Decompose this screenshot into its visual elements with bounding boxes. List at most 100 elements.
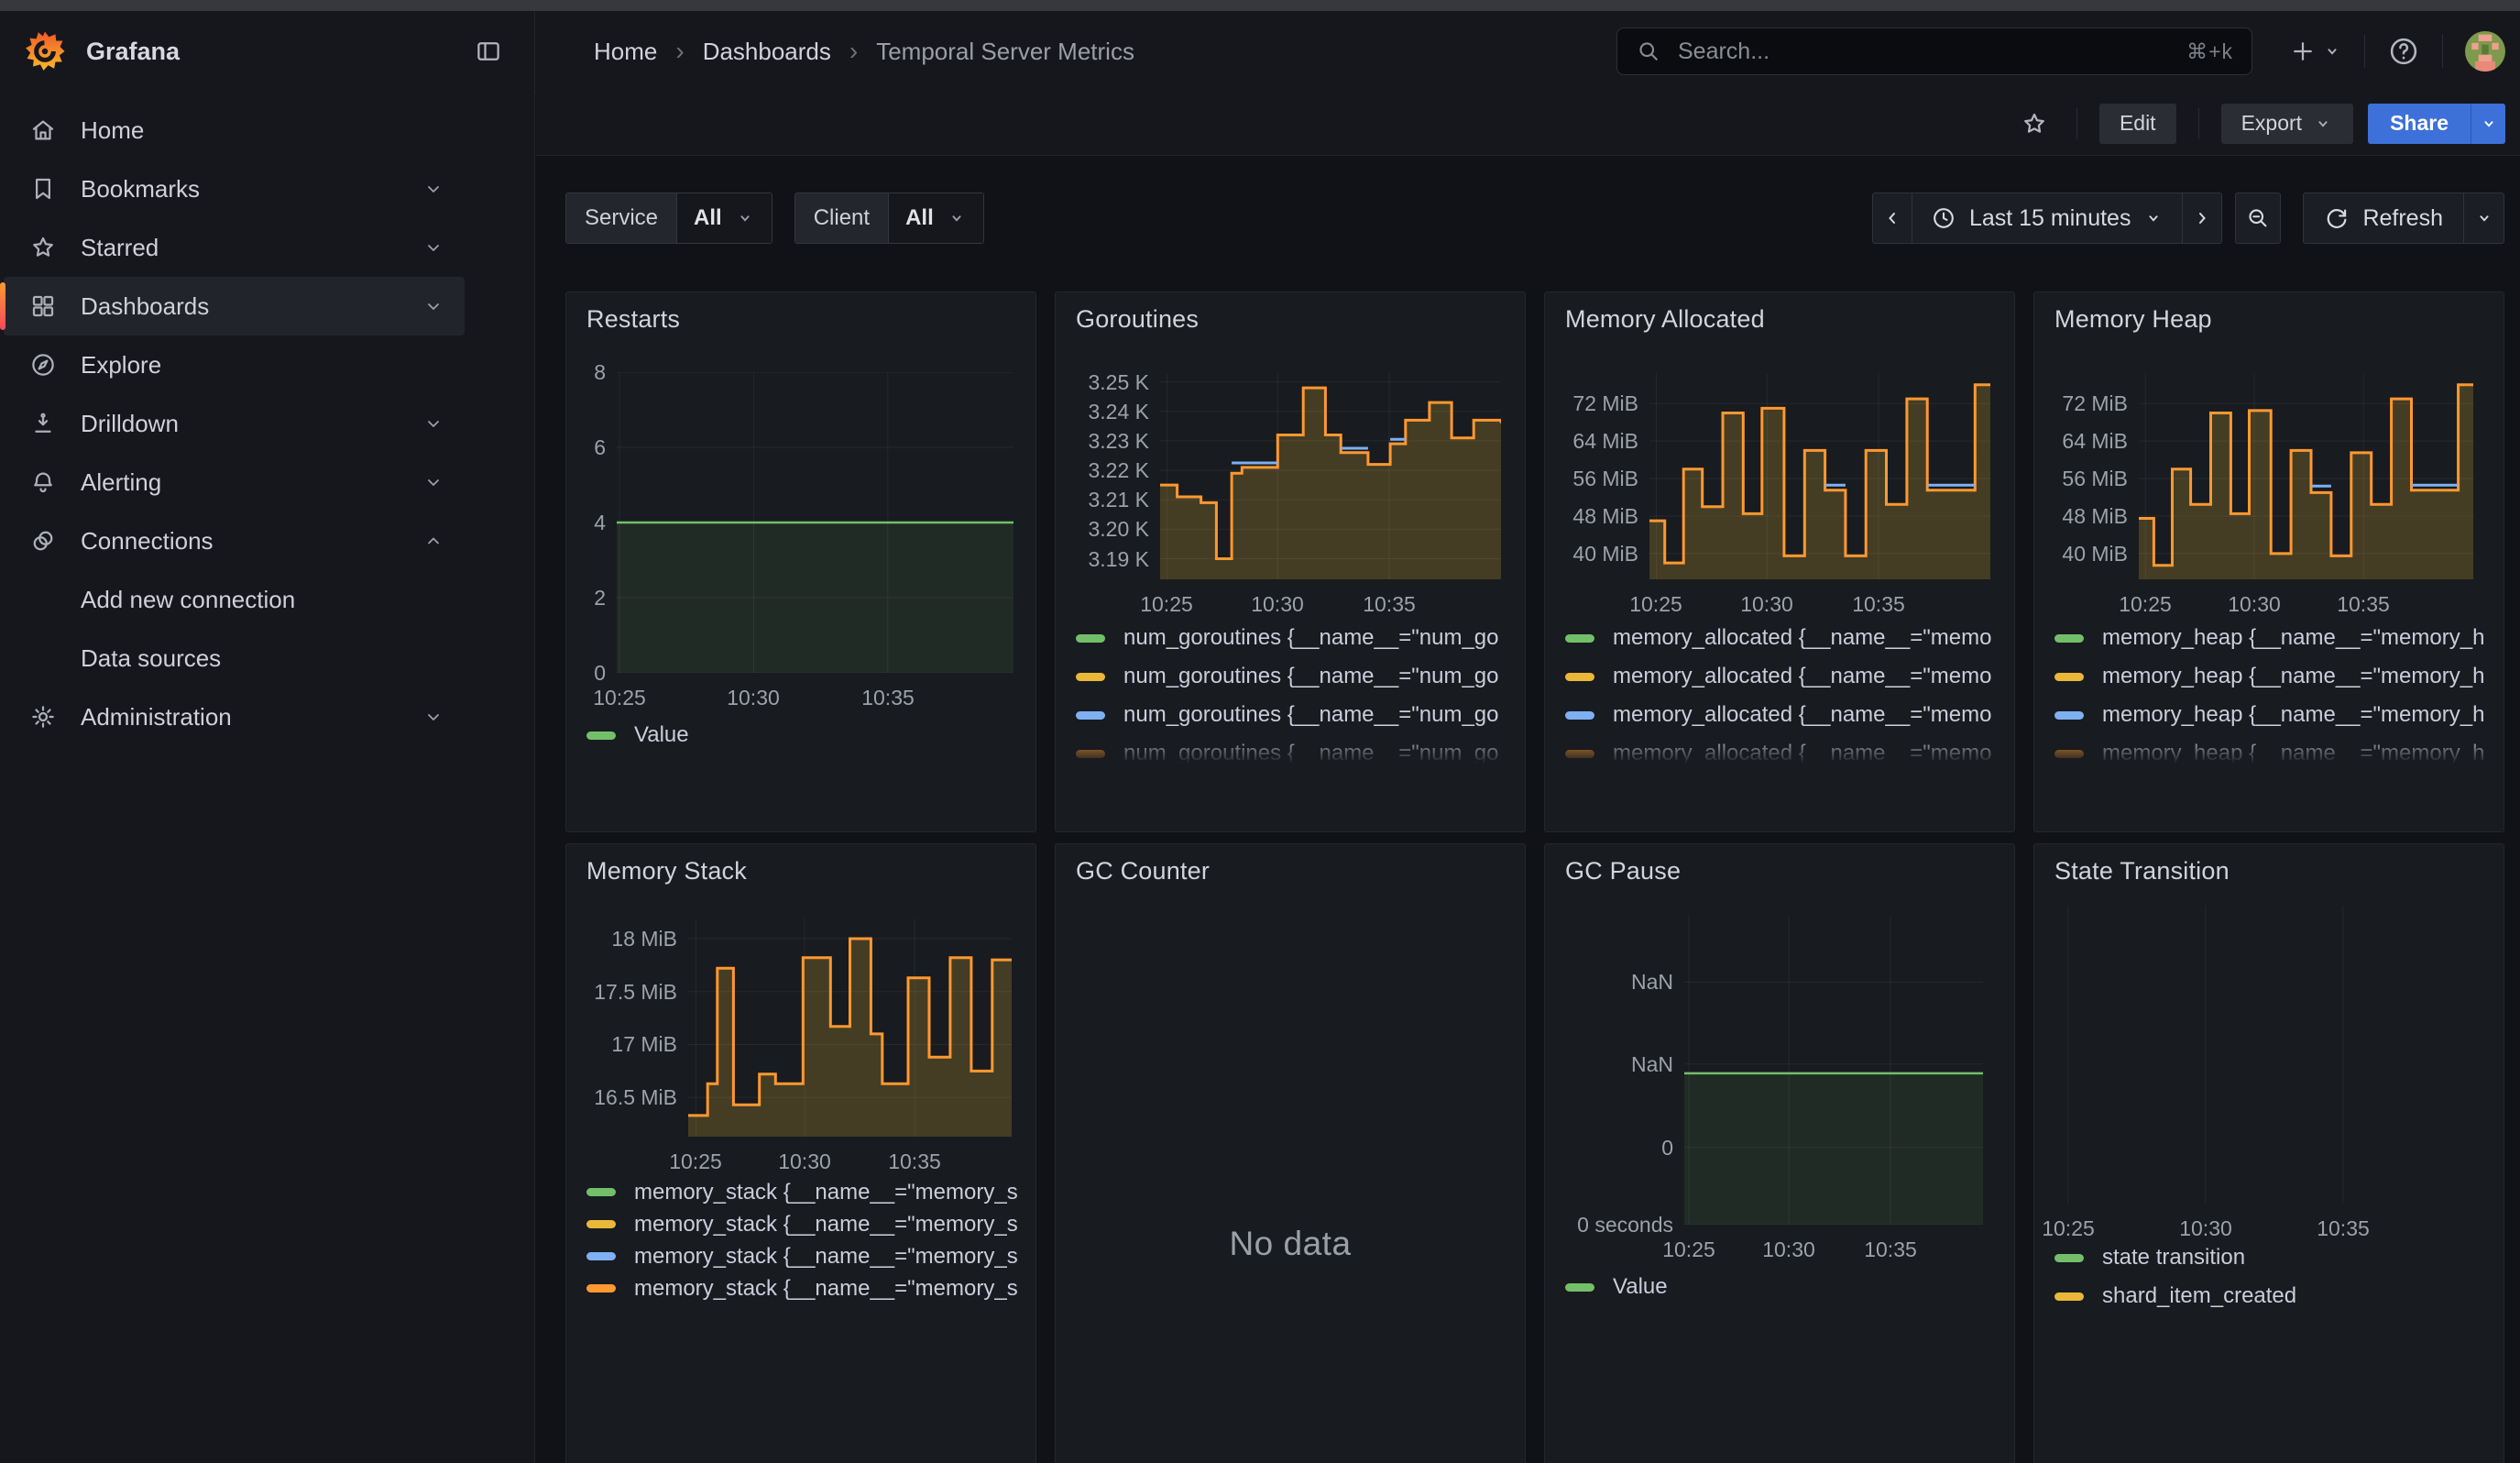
y-axis-tick: 64 MiB: [1572, 428, 1638, 454]
x-axis-tick: 10:35: [2288, 1216, 2398, 1241]
legend-item[interactable]: memory_heap {__name__="memory_h: [2054, 734, 2498, 764]
panel-title[interactable]: Memory Heap: [2054, 305, 2212, 334]
legend-item[interactable]: num_goroutines {__name__="num_go: [1076, 619, 1519, 657]
sidebar-item-bookmarks[interactable]: Bookmarks: [4, 160, 465, 218]
y-axis-tick: 3.21 K: [1089, 487, 1150, 512]
sidebar-item-dashboards[interactable]: Dashboards: [4, 277, 465, 336]
refresh-interval-button[interactable]: [2464, 192, 2504, 244]
legend-item[interactable]: memory_heap {__name__="memory_h: [2054, 657, 2498, 696]
time-shift-forward-button[interactable]: [2182, 192, 2222, 244]
legend-item[interactable]: memory_stack {__name__="memory_s: [586, 1208, 1030, 1240]
legend: memory_heap {__name__="memory_hmemory_he…: [2054, 619, 2498, 764]
legend-item[interactable]: num_goroutines {__name__="num_go: [1076, 734, 1519, 764]
sidebar-item-home[interactable]: Home: [4, 101, 465, 160]
breadcrumb-separator: ›: [849, 37, 858, 66]
x-axis-tick: 10:25: [2090, 592, 2200, 617]
user-avatar[interactable]: [2465, 31, 2505, 72]
panel-gc-counter: GC CounterNo data: [1055, 843, 1526, 1463]
panel-title[interactable]: State Transition: [2054, 857, 2230, 886]
x-axis-tick: 10:25: [641, 1150, 751, 1174]
sidebar-item-drilldown[interactable]: Drilldown: [4, 394, 465, 453]
sidebar-item-administration[interactable]: Administration: [4, 688, 465, 746]
time-range-button[interactable]: Last 15 minutes: [1912, 192, 2183, 244]
legend-item[interactable]: memory_allocated {__name__="memo: [1565, 619, 2009, 657]
bookmark-icon: [29, 175, 57, 203]
client-filter-value[interactable]: All: [888, 193, 983, 243]
breadcrumb-dashboards[interactable]: Dashboards: [703, 38, 831, 66]
chart-memory-allocated: [1649, 373, 1990, 579]
panel-title[interactable]: GC Pause: [1565, 857, 1681, 886]
legend-item[interactable]: shard_item_created: [2054, 1277, 2498, 1315]
legend-swatch: [586, 1220, 616, 1228]
service-filter[interactable]: Service All: [565, 192, 772, 244]
favorite-star-button[interactable]: [2014, 104, 2054, 144]
legend-item[interactable]: memory_stack {__name__="memory_s: [586, 1240, 1030, 1272]
chevron-down-icon: [422, 412, 444, 434]
x-axis-tick: 10:35: [2308, 592, 2418, 617]
y-axis-tick: 18 MiB: [611, 926, 677, 952]
legend-swatch: [2054, 634, 2084, 643]
legend-item[interactable]: state transition: [2054, 1238, 2498, 1277]
legend-item[interactable]: memory_stack {__name__="memory_s: [586, 1176, 1030, 1208]
panel-restarts: Restarts0246810:2510:3010:35Value: [565, 292, 1036, 832]
service-filter-value[interactable]: All: [676, 193, 772, 243]
legend-item[interactable]: memory_stack {__name__="memory_s: [586, 1272, 1030, 1304]
y-axis-tick: NaN: [1631, 969, 1673, 995]
legend: num_goroutines {__name__="num_gonum_goro…: [1076, 619, 1519, 764]
edit-button[interactable]: Edit: [2099, 104, 2176, 144]
star-icon: [29, 234, 57, 261]
divider: [2076, 108, 2077, 139]
legend-item[interactable]: memory_heap {__name__="memory_h: [2054, 696, 2498, 734]
x-axis-tick: 10:30: [2151, 1216, 2261, 1241]
x-axis-tick: 10:30: [750, 1150, 860, 1174]
sidebar-item-connections[interactable]: Connections: [4, 512, 465, 570]
panel-gc-pause: GC PauseNaNNaN00 seconds10:2510:3010:35V…: [1544, 843, 2015, 1463]
refresh-button[interactable]: Refresh: [2303, 192, 2464, 244]
legend-swatch: [2054, 673, 2084, 681]
panel-memory-heap: Memory Heap40 MiB48 MiB56 MiB64 MiB72 Mi…: [2033, 292, 2504, 832]
panel-title[interactable]: GC Counter: [1076, 857, 1210, 886]
chevron-down-icon: [2479, 114, 2499, 134]
legend-item[interactable]: num_goroutines {__name__="num_go: [1076, 657, 1519, 696]
search-icon: [1636, 38, 1661, 64]
legend-item[interactable]: Value: [1565, 1268, 2009, 1306]
panel-title[interactable]: Memory Stack: [586, 857, 747, 886]
drilldown-icon: [29, 410, 57, 437]
sidebar-item-starred[interactable]: Starred: [4, 218, 465, 277]
breadcrumb-home[interactable]: Home: [594, 38, 657, 66]
x-axis-tick: 10:35: [1835, 1238, 1945, 1262]
legend-swatch: [1076, 711, 1105, 720]
sidebar-item-explore[interactable]: Explore: [4, 336, 465, 394]
share-button[interactable]: Share: [2368, 104, 2471, 144]
zoom-out-button[interactable]: [2235, 192, 2281, 244]
time-shift-back-button[interactable]: [1872, 192, 1912, 244]
help-button[interactable]: [2387, 35, 2420, 68]
sidebar-item-data-sources[interactable]: Data sources: [4, 629, 465, 688]
legend-item[interactable]: num_goroutines {__name__="num_go: [1076, 696, 1519, 734]
y-axis-tick: 17 MiB: [611, 1031, 677, 1057]
client-filter-label: Client: [795, 193, 888, 243]
panel-title[interactable]: Memory Allocated: [1565, 305, 1765, 334]
legend-item[interactable]: memory_heap {__name__="memory_h: [2054, 619, 2498, 657]
sidebar-item-alerting[interactable]: Alerting: [4, 453, 465, 512]
search-box[interactable]: ⌘+k: [1616, 28, 2252, 75]
legend-item[interactable]: memory_allocated {__name__="memo: [1565, 657, 2009, 696]
chevron-down-icon: [422, 706, 444, 728]
legend-swatch: [2054, 750, 2084, 758]
legend-item[interactable]: memory_allocated {__name__="memo: [1565, 696, 2009, 734]
share-dropdown-button[interactable]: [2471, 104, 2505, 144]
chevron-down-icon: [2143, 208, 2164, 228]
sidebar-item-add-new-connection[interactable]: Add new connection: [4, 570, 465, 629]
panel-title[interactable]: Goroutines: [1076, 305, 1199, 334]
client-filter[interactable]: Client All: [794, 192, 984, 244]
legend-item[interactable]: Value: [586, 716, 1030, 754]
legend-swatch: [1565, 673, 1594, 681]
refresh-icon: [2324, 205, 2350, 231]
legend-item[interactable]: memory_allocated {__name__="memo: [1565, 734, 2009, 764]
export-button[interactable]: Export: [2221, 104, 2353, 144]
panel-grid: Restarts0246810:2510:3010:35Value Gorouti…: [565, 292, 2504, 1463]
panel-title[interactable]: Restarts: [586, 305, 680, 334]
add-new-button[interactable]: [2289, 38, 2342, 65]
search-input[interactable]: [1676, 38, 2186, 66]
dock-sidebar-button[interactable]: [470, 33, 507, 70]
